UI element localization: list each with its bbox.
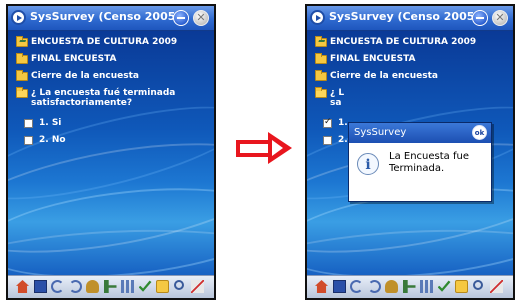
ok-button[interactable]: ok (472, 125, 487, 140)
tree-item-survey[interactable]: ENCUESTA DE CULTURA 2009 (12, 35, 210, 52)
close-button[interactable]: ✕ (492, 10, 508, 26)
home-icon[interactable] (315, 280, 328, 293)
app-icon (11, 10, 26, 25)
option-yes[interactable]: 1. Si (20, 116, 214, 133)
check-icon[interactable] (138, 280, 152, 292)
folder-icon (315, 53, 327, 64)
folder-icon[interactable] (156, 280, 169, 293)
close-button[interactable]: ✕ (193, 10, 209, 26)
checkbox-yes-checked[interactable] (323, 117, 332, 128)
home-icon[interactable] (16, 280, 29, 293)
check-icon[interactable] (437, 280, 451, 292)
info-icon: i (357, 153, 379, 175)
tree-item-question[interactable]: ¿ La encuesta fué terminada satisfactori… (12, 86, 210, 116)
person-icon[interactable] (86, 280, 99, 293)
window-title: SysSurvey (Censo 2005) (30, 10, 181, 23)
tree-icon[interactable] (402, 280, 416, 293)
survey-content: ENCUESTA DE CULTURA 2009 FINAL ENCUESTA … (8, 31, 214, 276)
survey-content: ENCUESTA DE CULTURA 2009 FINAL ENCUESTA … (307, 31, 513, 276)
save-icon[interactable] (33, 280, 47, 293)
grid-icon[interactable] (420, 280, 433, 293)
survey-folder-icon (315, 36, 327, 47)
app-icon (310, 10, 325, 25)
completion-dialog: SysSurvey ok i La Encuesta fue Terminada… (348, 122, 492, 202)
bottom-toolbar (8, 275, 214, 298)
tree-item-final-section[interactable]: FINAL ENCUESTA (12, 52, 210, 69)
grid-icon[interactable] (121, 280, 134, 293)
question-folder-icon (16, 87, 28, 98)
folder-icon (16, 53, 28, 64)
bottom-toolbar (307, 275, 513, 298)
transition-arrow-icon (268, 132, 292, 164)
tree-item-final-section[interactable]: FINAL ENCUESTA (311, 52, 509, 69)
redo-icon[interactable] (367, 280, 381, 293)
tree-item-closure[interactable]: Cierre de la encuesta (311, 69, 509, 86)
checkbox-yes[interactable] (24, 119, 33, 128)
checkbox-no[interactable] (24, 136, 33, 145)
tree-icon[interactable] (103, 280, 117, 293)
folder-icon[interactable] (455, 280, 468, 293)
screen-after: SysSurvey (Censo 2005) ✕ ENCUESTA DE CUL… (305, 4, 515, 300)
undo-icon[interactable] (51, 280, 64, 293)
screen-before: SysSurvey (Censo 2005) ✕ ENCUESTA DE CUL… (6, 4, 216, 300)
tree-item-question[interactable]: ¿ Lsa (311, 86, 509, 116)
minimize-button[interactable] (472, 10, 488, 26)
dialog-title: SysSurvey (354, 127, 407, 138)
chart-icon[interactable] (191, 280, 204, 293)
dialog-message: La Encuesta fue Terminada. (389, 151, 469, 174)
person-icon[interactable] (385, 280, 398, 293)
title-bar: SysSurvey (Censo 2005) ✕ (307, 6, 513, 31)
redo-icon[interactable] (68, 280, 82, 293)
minimize-button[interactable] (173, 10, 189, 26)
option-no[interactable]: 2. No (20, 133, 214, 150)
dialog-title-bar: SysSurvey ok (349, 123, 491, 143)
question-folder-icon (315, 87, 327, 98)
tree-item-closure[interactable]: Cierre de la encuesta (12, 69, 210, 86)
title-bar: SysSurvey (Censo 2005) ✕ (8, 6, 214, 31)
undo-icon[interactable] (350, 280, 363, 293)
checkbox-no[interactable] (323, 136, 332, 145)
tree-item-survey[interactable]: ENCUESTA DE CULTURA 2009 (311, 35, 509, 52)
search-icon[interactable] (173, 280, 184, 290)
arrow-shaft (236, 140, 272, 157)
survey-tree: ENCUESTA DE CULTURA 2009 FINAL ENCUESTA … (12, 35, 210, 150)
save-icon[interactable] (332, 280, 346, 293)
chart-icon[interactable] (490, 280, 503, 293)
window-title: SysSurvey (Censo 2005) (329, 10, 480, 23)
folder-icon (16, 70, 28, 81)
survey-folder-icon (16, 36, 28, 47)
folder-icon (315, 70, 327, 81)
search-icon[interactable] (472, 280, 483, 290)
